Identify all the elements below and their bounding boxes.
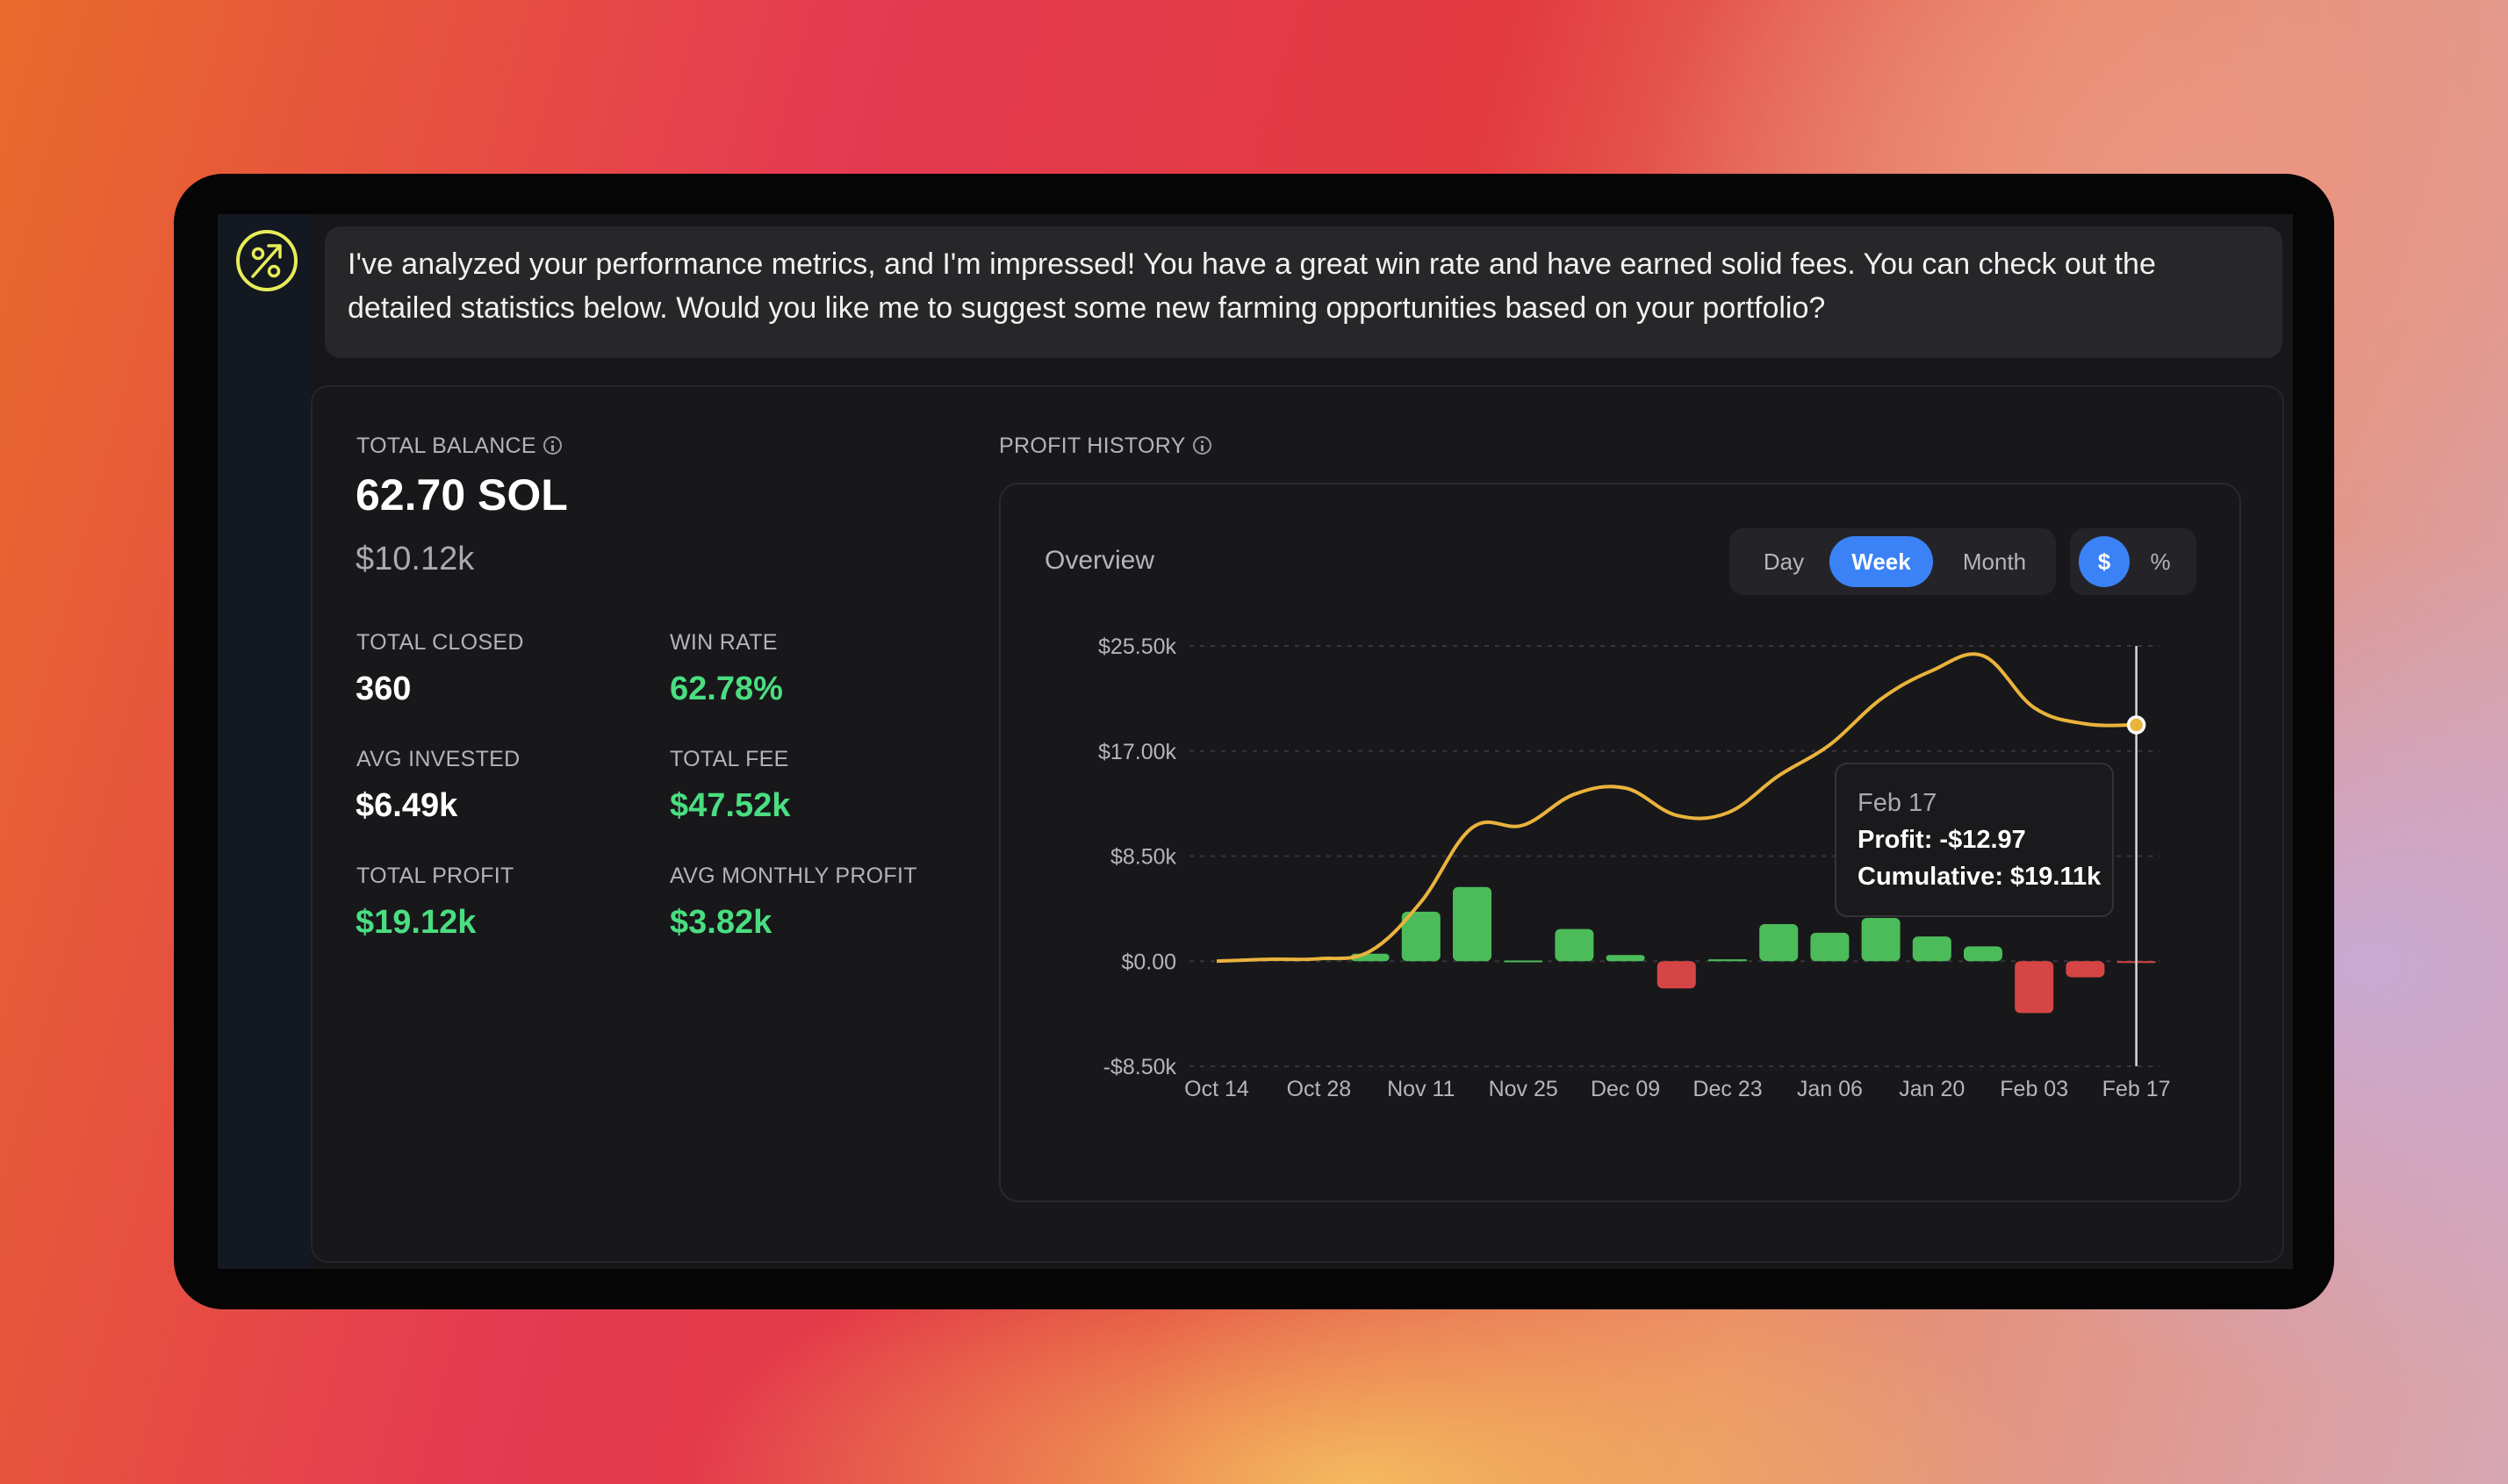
tooltip-date: Feb 17 <box>1858 789 1937 817</box>
profit-bar <box>2066 961 2105 978</box>
x-tick-label: Jan 06 <box>1797 1077 1863 1101</box>
x-tick-label: Nov 25 <box>1489 1077 1558 1101</box>
profit-bar <box>1708 959 1747 962</box>
hover-point <box>2126 715 2146 735</box>
x-tick-label: Jan 20 <box>1899 1077 1965 1101</box>
profit-bar <box>1912 936 1951 962</box>
x-tick-label: Oct 28 <box>1287 1077 1352 1101</box>
profit-bar <box>1555 928 1594 962</box>
x-tick-label: Dec 23 <box>1692 1077 1762 1101</box>
x-tick-label: Oct 14 <box>1184 1077 1249 1101</box>
profit-bar <box>1453 886 1491 962</box>
profit-bar <box>1759 923 1799 962</box>
x-tick-label: Feb 17 <box>2102 1077 2171 1101</box>
profit-bar <box>1656 961 1696 989</box>
profit-bar <box>1810 932 1850 962</box>
y-tick-label: $0.00 <box>1121 950 1176 974</box>
x-tick-label: Nov 11 <box>1387 1077 1455 1101</box>
y-tick-label: $17.00k <box>1098 740 1176 764</box>
tooltip-cumulative: Cumulative: $19.11k <box>1858 863 2102 891</box>
profit-bar <box>1964 946 2002 962</box>
chart-tooltip: Feb 17 Profit: -$12.97 Cumulative: $19.1… <box>1835 763 2114 917</box>
y-tick-label: -$8.50k <box>1103 1055 1177 1079</box>
profit-bar <box>1606 955 1645 962</box>
x-tick-label: Dec 09 <box>1591 1077 1660 1101</box>
profit-history-chart: $25.50k $17.00k $8.50k $0.00 -$8.50k Oct 14 Oc… <box>1098 634 2171 1101</box>
tooltip-profit: Profit: -$12.97 <box>1858 826 2026 854</box>
y-tick-label: $25.50k <box>1098 634 1176 659</box>
profit-bar <box>2015 961 2054 1014</box>
profit-bar <box>1861 917 1901 962</box>
profit-bar <box>1504 960 1543 963</box>
y-tick-label: $8.50k <box>1110 845 1177 870</box>
x-tick-label: Feb 03 <box>2000 1077 2068 1101</box>
